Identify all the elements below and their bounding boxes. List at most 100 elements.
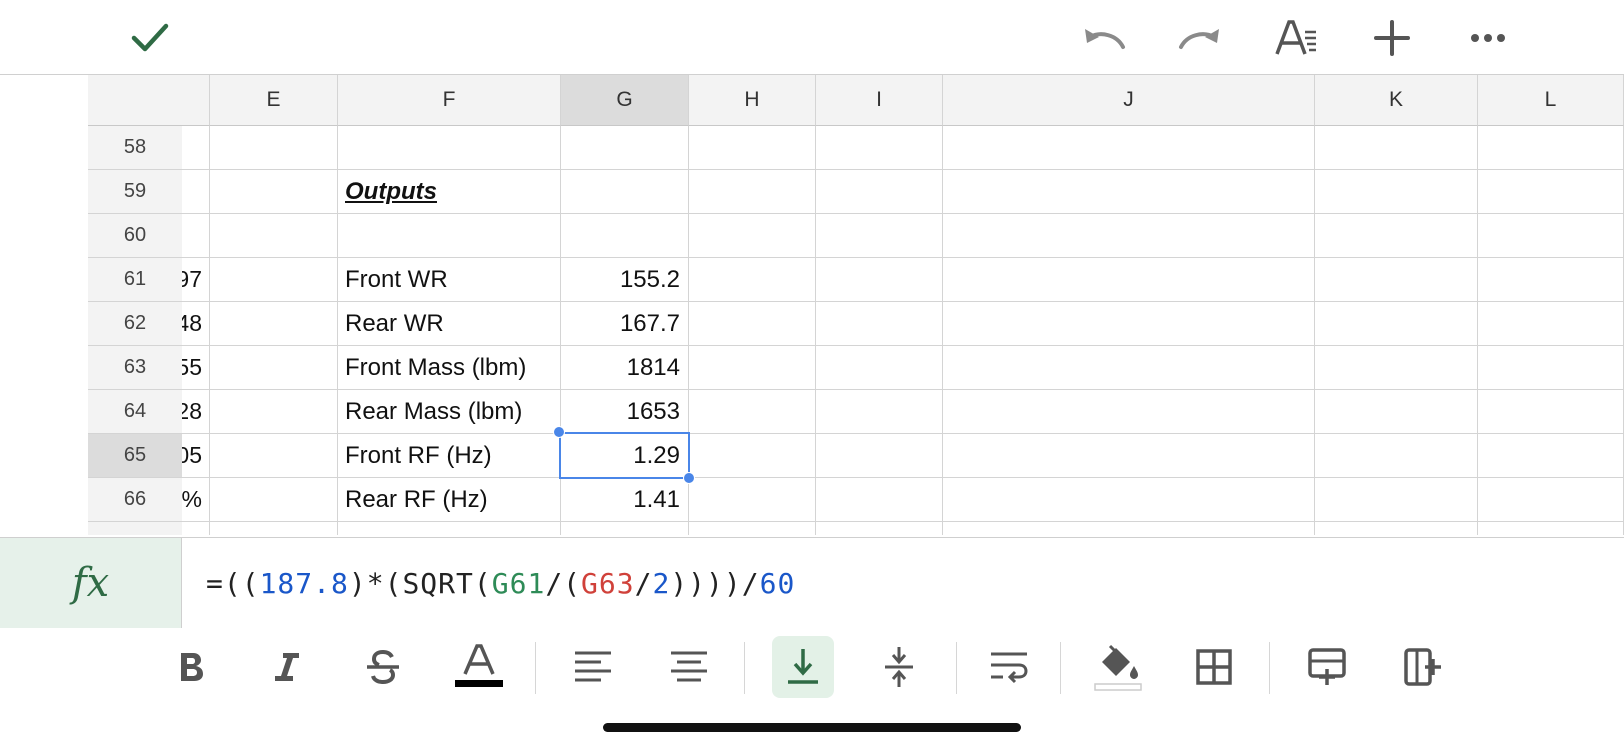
selection-handle-bottom-right[interactable] [683, 472, 695, 484]
cell-g[interactable]: 1653 [561, 390, 689, 434]
empty-cell[interactable] [1478, 390, 1624, 434]
clipped-cell-d[interactable]: 28 [182, 390, 210, 434]
empty-cell[interactable] [1478, 126, 1624, 170]
empty-cell[interactable] [689, 478, 816, 522]
undo-icon[interactable] [1080, 14, 1128, 62]
empty-cell[interactable] [1315, 126, 1478, 170]
row-header[interactable]: 63 [88, 346, 182, 390]
empty-cell[interactable] [943, 126, 1315, 170]
empty-cell[interactable] [689, 434, 816, 478]
cell-g[interactable]: 1.29 [561, 434, 689, 478]
cell-e[interactable] [210, 170, 338, 214]
cell-g[interactable]: 1.41 [561, 478, 689, 522]
clipped-cell-d[interactable]: % [182, 478, 210, 522]
align-center-icon[interactable] [658, 636, 720, 698]
row-header[interactable]: 67 [88, 522, 182, 535]
cell-g[interactable] [561, 522, 689, 535]
clipped-cell-d[interactable]: 48 [182, 302, 210, 346]
empty-cell[interactable] [689, 522, 816, 535]
empty-cell[interactable] [689, 302, 816, 346]
insert-row-icon[interactable] [1296, 636, 1358, 698]
clipped-cell-d[interactable] [182, 522, 210, 535]
clipped-cell-d[interactable]: 97 [182, 258, 210, 302]
empty-cell[interactable] [943, 346, 1315, 390]
empty-cell[interactable] [689, 258, 816, 302]
cell-f[interactable]: Front WR [338, 258, 561, 302]
empty-cell[interactable] [1478, 302, 1624, 346]
strikethrough-icon[interactable] [352, 636, 414, 698]
empty-cell[interactable] [816, 522, 943, 535]
cell-g[interactable] [561, 170, 689, 214]
cell-g[interactable] [561, 214, 689, 258]
empty-cell[interactable] [943, 170, 1315, 214]
empty-cell[interactable] [816, 126, 943, 170]
column-header-g[interactable]: G [561, 75, 689, 126]
borders-icon[interactable] [1183, 636, 1245, 698]
empty-cell[interactable] [1478, 170, 1624, 214]
empty-cell[interactable] [1478, 522, 1624, 535]
cell-f[interactable]: Front Mass (lbm) [338, 346, 561, 390]
valign-bottom-icon[interactable] [772, 636, 834, 698]
empty-cell[interactable] [689, 346, 816, 390]
fx-icon[interactable]: fx [0, 538, 182, 628]
empty-cell[interactable] [689, 214, 816, 258]
cell-g[interactable] [561, 126, 689, 170]
empty-cell[interactable] [1315, 434, 1478, 478]
empty-cell[interactable] [1478, 346, 1624, 390]
clipped-cell-d[interactable]: 05 [182, 434, 210, 478]
empty-cell[interactable] [816, 258, 943, 302]
column-header-k[interactable]: K [1315, 75, 1478, 126]
insert-column-icon[interactable] [1392, 636, 1454, 698]
more-icon[interactable] [1464, 14, 1512, 62]
empty-cell[interactable] [1478, 214, 1624, 258]
row-header[interactable]: 59 [88, 170, 182, 214]
cell-f[interactable]: Rear Mass (lbm) [338, 390, 561, 434]
cell-e[interactable] [210, 302, 338, 346]
cell-f[interactable]: Rear RF (Hz) [338, 478, 561, 522]
empty-cell[interactable] [943, 258, 1315, 302]
empty-cell[interactable] [1315, 390, 1478, 434]
empty-cell[interactable] [816, 170, 943, 214]
cell-e[interactable] [210, 522, 338, 535]
wrap-text-icon[interactable] [978, 636, 1040, 698]
row-header[interactable]: 61 [88, 258, 182, 302]
cell-g[interactable]: 167.7 [561, 302, 689, 346]
empty-cell[interactable] [1315, 170, 1478, 214]
cell-g[interactable]: 155.2 [561, 258, 689, 302]
clipped-cell-d[interactable] [182, 214, 210, 258]
empty-cell[interactable] [943, 434, 1315, 478]
align-left-icon[interactable] [562, 636, 624, 698]
cell-e[interactable] [210, 126, 338, 170]
empty-cell[interactable] [943, 478, 1315, 522]
text-color-icon[interactable] [448, 636, 510, 698]
selection-handle-top-left[interactable] [553, 426, 565, 438]
redo-icon[interactable] [1176, 14, 1224, 62]
cell-f[interactable]: Outputs [338, 170, 561, 214]
empty-cell[interactable] [816, 214, 943, 258]
empty-cell[interactable] [1315, 522, 1478, 535]
row-header[interactable]: 66 [88, 478, 182, 522]
empty-cell[interactable] [689, 390, 816, 434]
check-icon[interactable] [126, 14, 174, 62]
empty-cell[interactable] [1478, 434, 1624, 478]
column-header-h[interactable]: H [689, 75, 816, 126]
empty-cell[interactable] [816, 434, 943, 478]
row-header[interactable]: 60 [88, 214, 182, 258]
cell-e[interactable] [210, 434, 338, 478]
column-header-f[interactable]: F [338, 75, 561, 126]
cell-e[interactable] [210, 478, 338, 522]
cell-f[interactable] [338, 214, 561, 258]
row-header[interactable]: 65 [88, 434, 182, 478]
formula-input[interactable]: =((187.8)*(SQRT(G61/(G63/2))))/60 [206, 538, 795, 628]
empty-cell[interactable] [1315, 478, 1478, 522]
clipped-cell-d[interactable]: 55 [182, 346, 210, 390]
empty-cell[interactable] [943, 522, 1315, 535]
row-header[interactable]: 64 [88, 390, 182, 434]
text-format-icon[interactable] [1272, 14, 1320, 62]
empty-cell[interactable] [1478, 478, 1624, 522]
empty-cell[interactable] [943, 302, 1315, 346]
clipped-cell-d[interactable] [182, 126, 210, 170]
column-header-i[interactable]: I [816, 75, 943, 126]
empty-cell[interactable] [689, 170, 816, 214]
clipped-cell-d[interactable] [182, 170, 210, 214]
